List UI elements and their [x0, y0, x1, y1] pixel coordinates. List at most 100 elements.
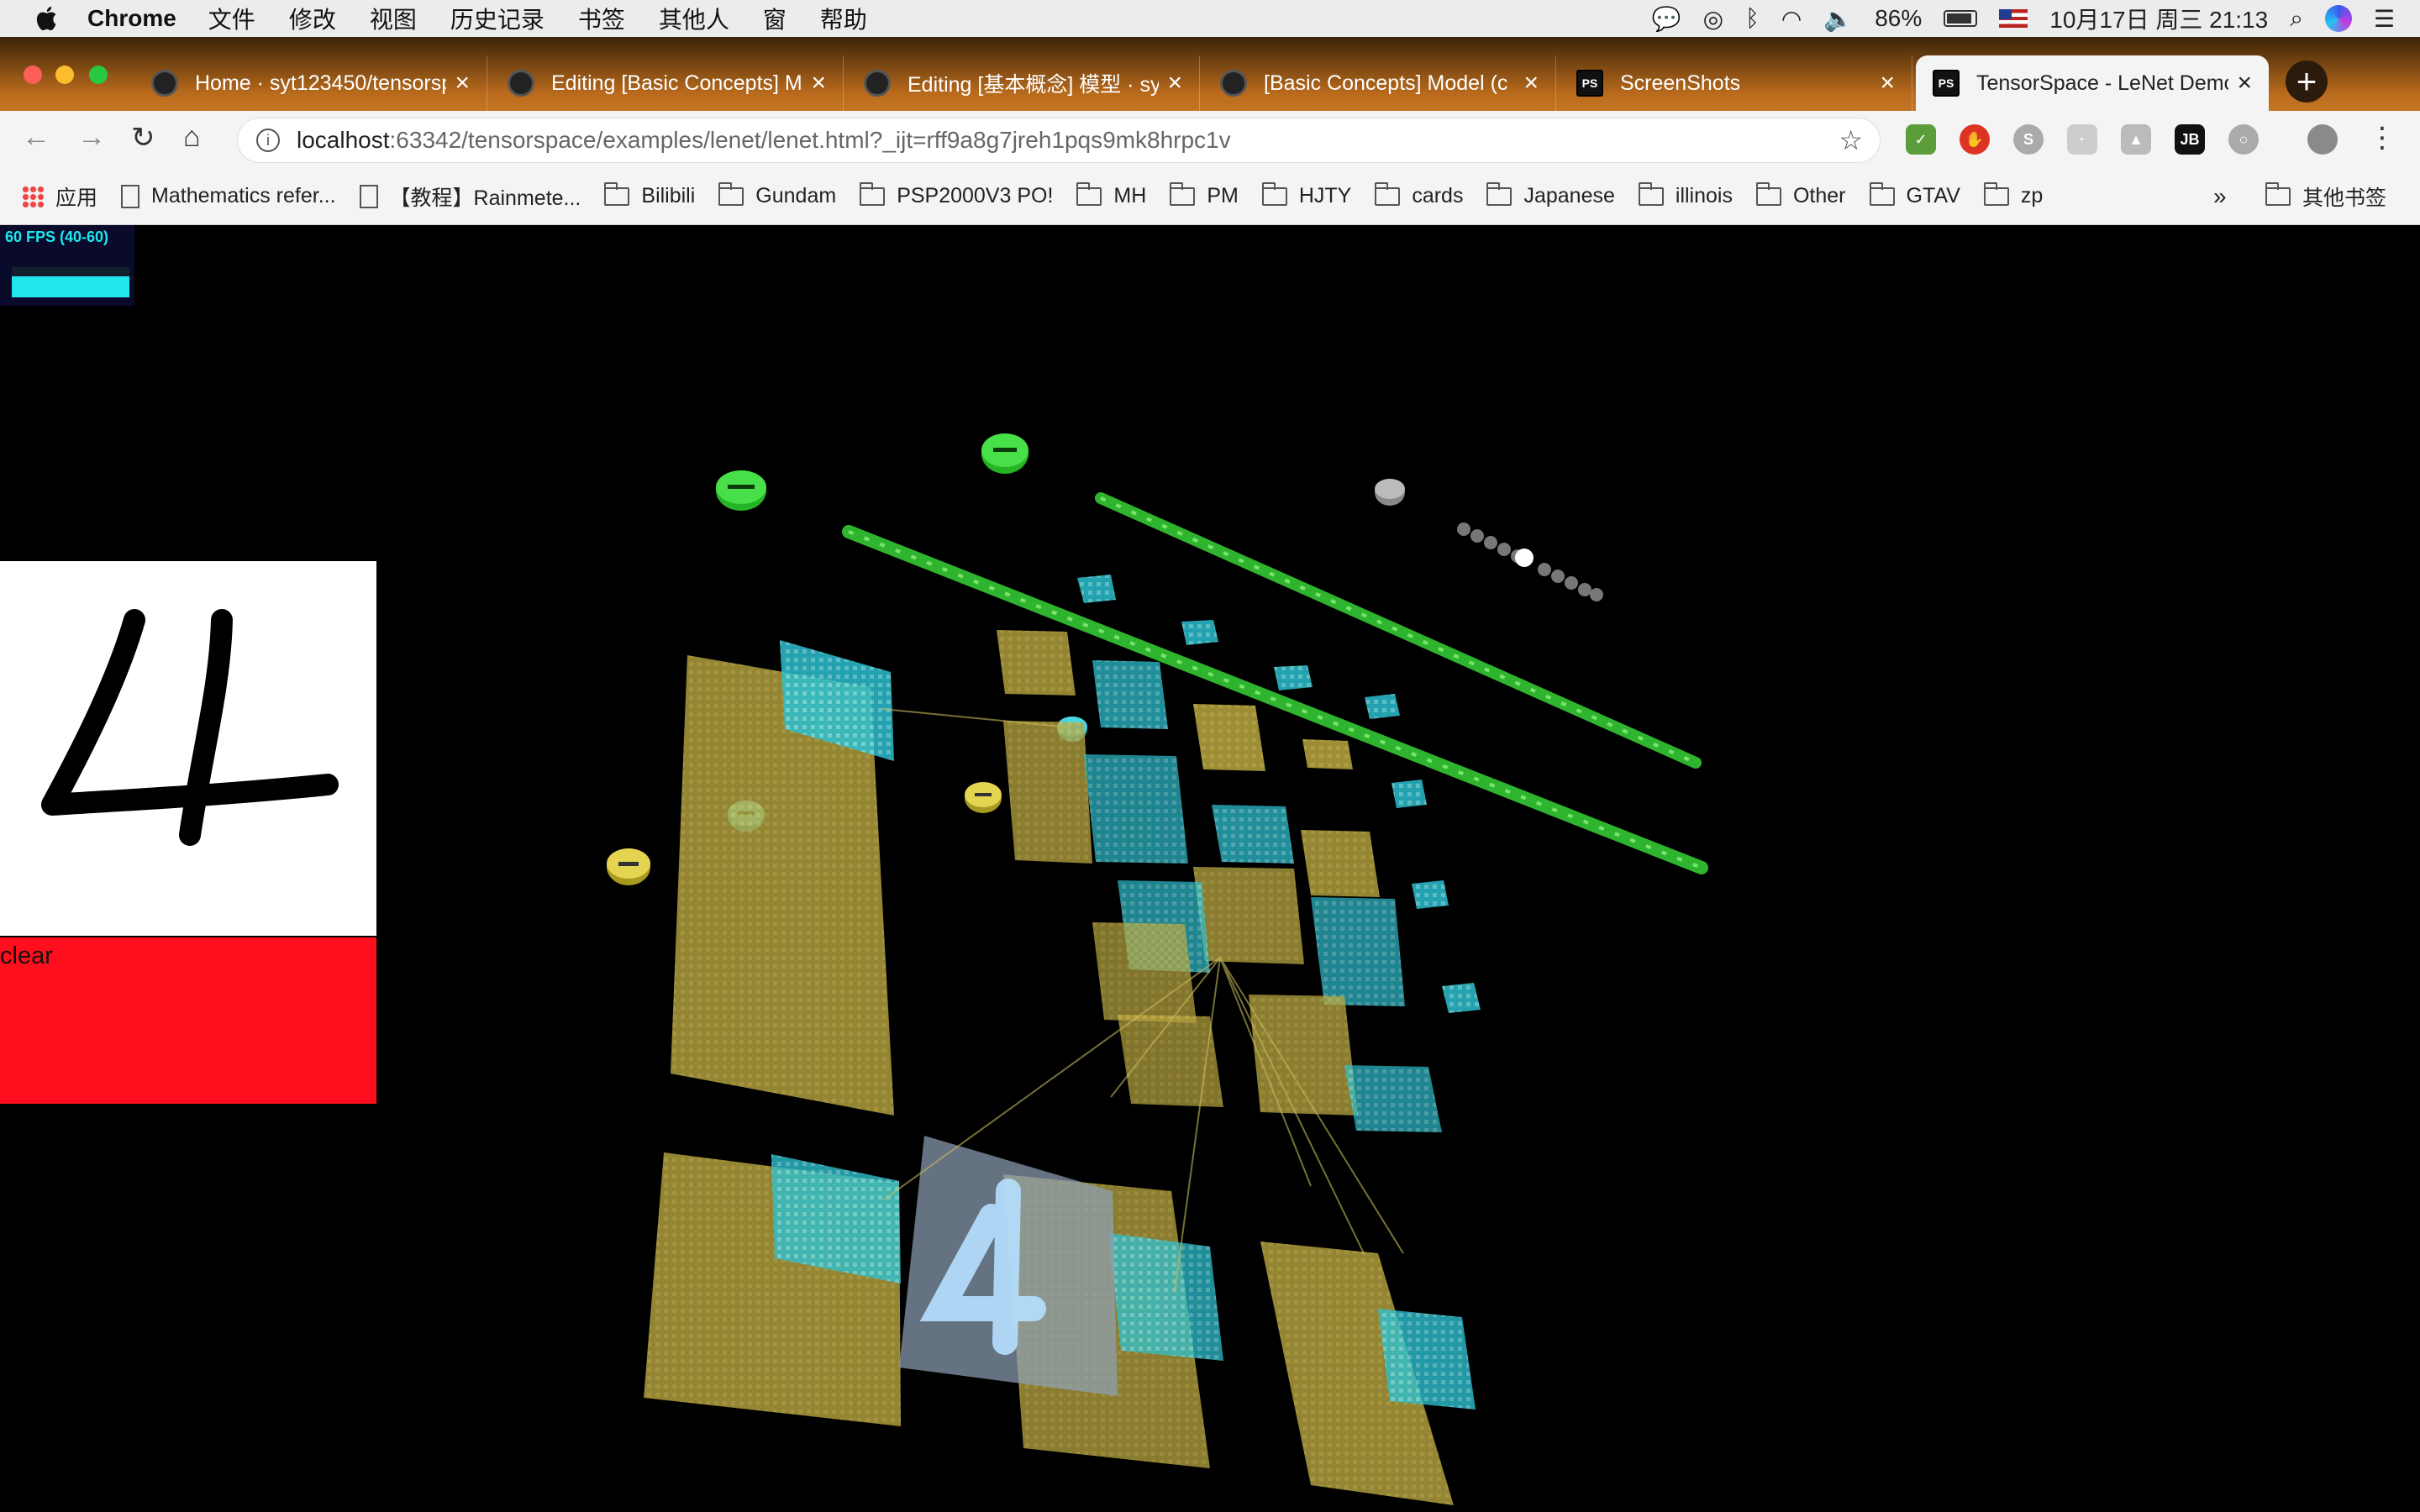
bookmark-folder[interactable]: PSP2000V3 PO! [860, 181, 1053, 208]
extension-gray-icon[interactable]: · [2067, 124, 2097, 155]
new-tab-button[interactable]: + [2286, 60, 2328, 102]
bookmark-folder[interactable]: PM [1170, 181, 1239, 208]
bookmark-folder[interactable]: cards [1375, 181, 1463, 208]
minimize-window-button[interactable] [55, 66, 74, 84]
notification-center-icon[interactable]: ☰ [2374, 5, 2395, 33]
bookmark-label: GTAV [1906, 184, 1960, 207]
bookmark-folder[interactable]: HJTY [1261, 181, 1352, 208]
spotlight-search-icon[interactable]: ⌕ [2290, 5, 2303, 33]
adblock-icon[interactable]: ✋ [1960, 124, 1990, 155]
output-layer[interactable] [1457, 522, 1603, 601]
close-tab-icon[interactable]: × [455, 69, 470, 97]
folder-icon [718, 181, 744, 206]
menu-help[interactable]: 帮助 [820, 2, 867, 35]
menu-view[interactable]: 视图 [370, 2, 417, 35]
bookmark-folder[interactable]: Japanese [1486, 181, 1615, 208]
bookmark-label: PM [1207, 184, 1239, 207]
tab-editing-jiben-gainian[interactable]: Editing [基本概念] 模型 · syt × [847, 55, 1200, 111]
drawn-digit-strokes [41, 609, 339, 846]
close-tab-icon[interactable]: × [1167, 69, 1182, 97]
collapse-button-conv-2[interactable] [965, 782, 1002, 813]
apps-grid-icon [22, 185, 44, 207]
reload-icon[interactable]: ↻ [131, 121, 155, 155]
jetbrains-icon[interactable]: JB [2175, 124, 2205, 155]
browser-toolbar: ← → ↻ ⌂ i localhost :63342/tensorspace/e… [0, 111, 2420, 168]
github-icon [864, 70, 891, 97]
bookmark-label: 【教程】Rainmete... [389, 186, 581, 210]
tab-editing-basic-concepts[interactable]: Editing [Basic Concepts] Model × [491, 55, 844, 111]
wechat-icon[interactable]: 💬 [1652, 5, 1681, 33]
qq-icon[interactable]: ◎ [1703, 5, 1723, 33]
bookmark-folder[interactable]: Gundam [718, 181, 836, 208]
close-window-button[interactable] [24, 66, 42, 84]
clear-button[interactable]: clear [0, 937, 376, 1104]
bookmark-folder[interactable]: zp [1983, 181, 2044, 208]
extension-circle-icon[interactable]: ○ [2228, 124, 2259, 155]
close-tab-icon[interactable]: × [811, 69, 826, 97]
collapse-button-output[interactable] [1375, 479, 1405, 506]
site-info-icon[interactable]: i [256, 129, 280, 152]
apple-icon[interactable] [34, 4, 62, 33]
bluetooth-icon[interactable]: ᛒ [1745, 5, 1760, 32]
url-path: :63342/tensorspace/examples/lenet/lenet.… [389, 127, 1231, 153]
bookmark-star-icon[interactable]: ☆ [1839, 124, 1863, 156]
chrome-menu-icon[interactable]: ⋮ [2368, 121, 2396, 155]
tab-tensorspace-lenet-demo[interactable]: PS TensorSpace - LeNet Demo × [1916, 55, 2269, 111]
back-icon[interactable]: ← [22, 121, 50, 154]
digit-drawing-canvas[interactable] [0, 561, 376, 936]
bookmark-folder[interactable]: Bilibili [604, 181, 695, 208]
close-tab-icon[interactable]: × [2237, 69, 2252, 97]
volume-icon[interactable]: 🔈 [1823, 5, 1853, 33]
menubar-clock[interactable]: 10月17日 周三 21:13 [2049, 2, 2268, 35]
menu-edit[interactable]: 修改 [289, 2, 336, 35]
bookmark-label: zp [2020, 184, 2044, 207]
collapse-button-dense-2[interactable] [981, 433, 1028, 474]
bookmark-folder[interactable]: Other [1755, 181, 1846, 208]
close-tab-icon[interactable]: × [1523, 69, 1539, 97]
input-layer[interactable] [899, 1136, 1118, 1396]
bookmarks-overflow-button[interactable]: » [2213, 183, 2227, 210]
home-icon[interactable]: ⌂ [183, 121, 201, 154]
folder-icon [1869, 181, 1895, 206]
bookmark-label: Mathematics refer... [151, 184, 336, 207]
tab-basic-concepts-model[interactable]: [Basic Concepts] Model (c × [1203, 55, 1556, 111]
menu-app-name[interactable]: Chrome [87, 5, 176, 32]
tab-screenshots[interactable]: PS ScreenShots × [1560, 55, 1912, 111]
battery-percent[interactable]: 86% [1875, 5, 1922, 32]
forward-icon[interactable]: → [77, 121, 106, 154]
tab-github-home[interactable]: Home · syt123450/tensorspace × [134, 55, 487, 111]
folder-icon [1983, 181, 2009, 206]
github-icon [508, 70, 534, 97]
wifi-icon[interactable]: ◠ [1781, 5, 1802, 33]
us-flag-input-icon[interactable] [1999, 9, 2028, 28]
other-bookmarks-folder[interactable]: 其他书签 [2265, 181, 2386, 212]
page-icon [121, 184, 140, 208]
bookmark-folder[interactable]: illinois [1638, 181, 1733, 208]
collapse-button-dense-1[interactable] [716, 470, 766, 511]
bookmark-folder[interactable]: MH [1076, 181, 1146, 208]
bookmark-item[interactable]: Mathematics refer... [121, 184, 336, 208]
menu-window[interactable]: 窗 [763, 2, 786, 35]
bookmark-item[interactable]: 应用 [22, 181, 97, 212]
siri-icon[interactable] [2324, 5, 2352, 32]
skype-extension-icon[interactable]: S [2013, 124, 2044, 155]
bookmark-item[interactable]: 【教程】Rainmete... [359, 181, 581, 212]
collapse-button-conv-1[interactable] [607, 848, 650, 885]
folder-icon [860, 181, 886, 206]
profile-avatar[interactable] [2307, 124, 2338, 155]
bookmark-folder[interactable]: GTAV [1869, 181, 1960, 208]
fullscreen-window-button[interactable] [89, 66, 108, 84]
close-tab-icon[interactable]: × [1880, 69, 1895, 97]
address-bar[interactable]: i localhost :63342/tensorspace/examples/… [237, 118, 1881, 163]
battery-icon[interactable] [1944, 10, 1978, 27]
folder-icon [1375, 181, 1401, 206]
folder-icon [1486, 181, 1512, 206]
menu-file[interactable]: 文件 [208, 2, 255, 35]
google-drive-icon[interactable]: ▲ [2121, 124, 2151, 155]
bookmark-label: HJTY [1298, 184, 1352, 207]
menu-history[interactable]: 历史记录 [450, 2, 544, 35]
extension-checker-icon[interactable]: ✓ [1906, 124, 1936, 155]
menu-people[interactable]: 其他人 [659, 2, 729, 35]
menu-bookmarks[interactable]: 书签 [578, 2, 625, 35]
folder-icon [1261, 181, 1287, 206]
